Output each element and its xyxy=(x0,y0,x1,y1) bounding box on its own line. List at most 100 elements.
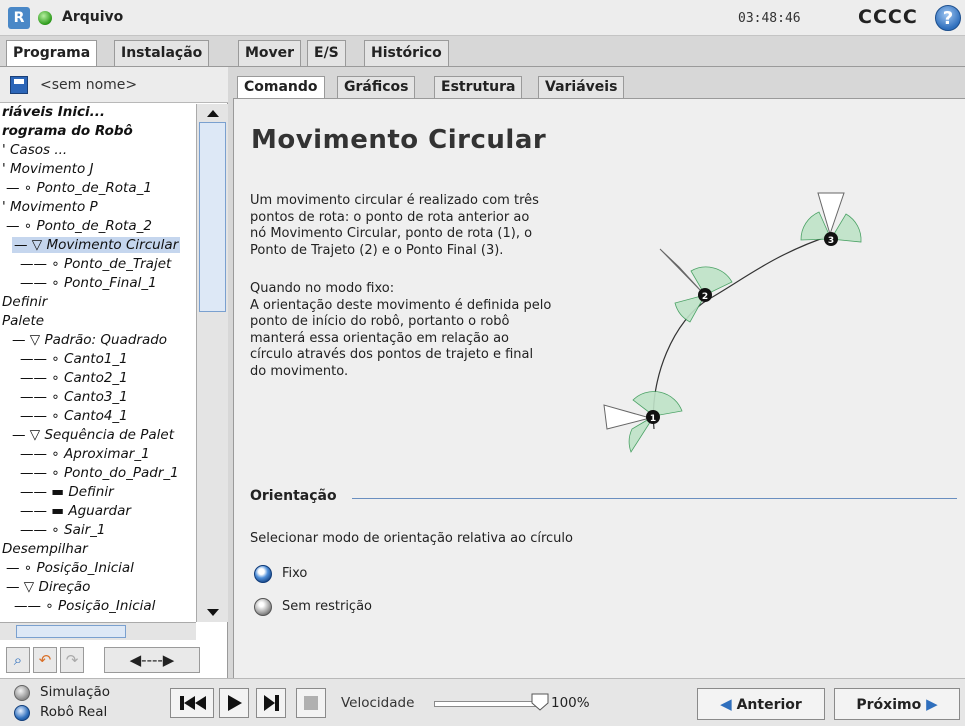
tree-node[interactable]: —— ▬ Aguardar xyxy=(20,503,131,519)
robot-name: CCCC xyxy=(858,6,918,28)
tree-node[interactable]: —— ∘ Canto1_1 xyxy=(20,351,128,367)
previous-button[interactable]: ◀ Anterior xyxy=(697,688,825,720)
skip-back-button[interactable] xyxy=(170,688,214,718)
help-icon[interactable]: ? xyxy=(935,5,961,31)
stop-button[interactable] xyxy=(296,688,326,718)
clock: 03:48:46 xyxy=(738,11,801,26)
ur-logo-icon: R xyxy=(8,7,30,29)
tree-node[interactable]: — ∘ Ponto_de_Rota_1 xyxy=(6,180,152,196)
next-button-label: Próximo xyxy=(856,697,922,713)
fixed-mode-paragraph: Quando no modo fixo: A orientação deste … xyxy=(250,281,620,380)
tree-node[interactable]: —— ∘ Canto4_1 xyxy=(20,408,128,424)
description-line: Quando no modo fixo: xyxy=(250,281,395,296)
tree-node[interactable]: — ▽ Sequência de Palet xyxy=(12,427,174,443)
description-line: pontos de rota: o ponto de rota anterior… xyxy=(250,209,530,225)
file-menu[interactable]: Arquivo xyxy=(62,9,123,25)
description-line: Ponto de Trajeto (2) e o Ponto Final (3)… xyxy=(250,242,504,258)
tree-node[interactable]: ' Movimento P xyxy=(2,199,98,215)
play-icon xyxy=(228,695,242,711)
tree-node[interactable]: ' Movimento J xyxy=(2,161,94,177)
tree-node[interactable]: —— ∘ Posição_Inicial xyxy=(14,598,155,614)
file-row: <sem nome> xyxy=(0,67,228,103)
waypoint-1-label: 1 xyxy=(650,414,656,424)
description-line: círculo através dos pontos de trajeto e … xyxy=(250,347,534,362)
description-line: Um movimento circular é realizado com tr… xyxy=(250,193,539,208)
radio-fixed-label[interactable]: Fixo xyxy=(282,566,307,581)
tree-toolbar: ⌕ ↶ ↷ ◀----▶ xyxy=(0,645,228,675)
undo-icon[interactable]: ↶ xyxy=(33,647,57,673)
top-bar: R Arquivo 03:48:46 CCCC ? xyxy=(0,0,965,36)
status-ok-icon xyxy=(38,11,52,25)
real-robot-mode-label[interactable]: Robô Real xyxy=(40,704,107,720)
description-line: A orientação deste movimento é definida … xyxy=(250,297,552,313)
tree-node[interactable]: —— ∘ Ponto_do_Padr_1 xyxy=(20,465,179,481)
description-line: nó Movimento Circular, ponto de rota (1)… xyxy=(250,226,533,241)
tree-node[interactable]: — ▽ Padrão: Quadrado xyxy=(12,332,167,348)
tree-node[interactable]: —— ∘ Canto3_1 xyxy=(20,389,128,405)
orientation-sector-2b xyxy=(690,266,733,296)
section-divider xyxy=(352,498,957,499)
tree-node[interactable]: Palete xyxy=(2,313,44,329)
speed-slider-knob[interactable] xyxy=(531,693,549,711)
tab-instalacao[interactable]: Instalação xyxy=(114,40,210,67)
tree-node[interactable]: ' Casos ... xyxy=(2,142,67,158)
orientation-help-text: Selecionar modo de orientação relativa a… xyxy=(250,531,573,546)
step-button[interactable] xyxy=(256,688,286,718)
previous-button-label: Anterior xyxy=(736,697,802,713)
save-icon[interactable] xyxy=(10,76,28,94)
arrow-right-icon: ▶ xyxy=(926,695,938,713)
tree-node[interactable]: — ▽ Direção xyxy=(6,579,90,595)
speed-slider-track[interactable] xyxy=(434,701,544,707)
radio-unconstrained-label[interactable]: Sem restrição xyxy=(282,599,372,614)
tree-node[interactable]: — ∘ Ponto_de_Rota_2 xyxy=(6,218,152,234)
simulation-mode-label[interactable]: Simulação xyxy=(40,684,110,700)
tab-mover[interactable]: Mover xyxy=(238,40,302,67)
tab-graficos[interactable]: Gráficos xyxy=(337,76,416,99)
real-robot-mode-radio[interactable] xyxy=(14,705,30,721)
tab-comando[interactable]: Comando xyxy=(237,76,325,99)
description-line: ponto de início do robô, portanto o robô xyxy=(250,314,510,329)
tree-node[interactable]: riáveis Inici... xyxy=(2,104,105,120)
speed-value: 100% xyxy=(551,695,590,711)
tree-node[interactable]: Definir xyxy=(2,294,47,310)
tree-node[interactable]: —— ∘ Aproximar_1 xyxy=(20,446,150,462)
tree-node[interactable]: —— ▬ Definir xyxy=(20,484,114,500)
skip-back-icon xyxy=(180,696,206,710)
tab-historico[interactable]: Histórico xyxy=(364,40,449,67)
stop-icon xyxy=(304,696,318,710)
play-button[interactable] xyxy=(219,688,249,718)
speed-label: Velocidade xyxy=(341,695,415,711)
scroll-thumb[interactable] xyxy=(199,122,226,312)
scroll-down-icon[interactable] xyxy=(207,609,219,616)
tree-node[interactable]: —— ∘ Ponto_Final_1 xyxy=(20,275,157,291)
move-node-button[interactable]: ◀----▶ xyxy=(104,647,200,673)
tab-es[interactable]: E/S xyxy=(307,40,346,67)
search-icon[interactable]: ⌕ xyxy=(6,647,30,673)
program-tree-panel: <sem nome> riáveis Inici... rograma do R… xyxy=(0,67,228,686)
tree-node[interactable]: —— ∘ Sair_1 xyxy=(20,522,106,538)
radio-unconstrained[interactable] xyxy=(254,598,272,616)
step-icon xyxy=(264,695,279,711)
tree-vertical-scrollbar[interactable] xyxy=(196,104,228,622)
tab-variaveis[interactable]: Variáveis xyxy=(538,76,625,99)
radio-fixed[interactable] xyxy=(254,565,272,583)
tree-node[interactable]: — ∘ Posição_Inicial xyxy=(6,560,134,576)
page-title: Movimento Circular xyxy=(251,125,547,155)
scroll-thumb[interactable] xyxy=(16,625,126,638)
scroll-up-icon[interactable] xyxy=(207,110,219,117)
tab-estrutura[interactable]: Estrutura xyxy=(434,76,523,99)
circular-move-diagram: 1 2 3 xyxy=(603,192,862,453)
tab-programa[interactable]: Programa xyxy=(6,40,98,67)
simulation-mode-radio[interactable] xyxy=(14,685,30,701)
bottom-bar: Simulação Robô Real Velocidade 100% ◀ An… xyxy=(0,678,965,726)
tree-node[interactable]: Desempilhar xyxy=(2,541,88,557)
tree-node-selected[interactable]: — ▽ Movimento Circular xyxy=(12,237,181,253)
tree-horizontal-scrollbar[interactable] xyxy=(0,622,196,640)
tree-node[interactable]: —— ∘ Ponto_de_Trajet xyxy=(20,256,171,272)
tree-node[interactable]: —— ∘ Canto2_1 xyxy=(20,370,128,386)
waypoint-2-label: 2 xyxy=(702,292,708,302)
program-tree[interactable]: riáveis Inici... rograma do Robô ' Casos… xyxy=(0,104,196,622)
next-button[interactable]: Próximo ▶ xyxy=(834,688,960,720)
tree-node[interactable]: rograma do Robô xyxy=(2,123,133,139)
redo-icon[interactable]: ↷ xyxy=(60,647,84,673)
